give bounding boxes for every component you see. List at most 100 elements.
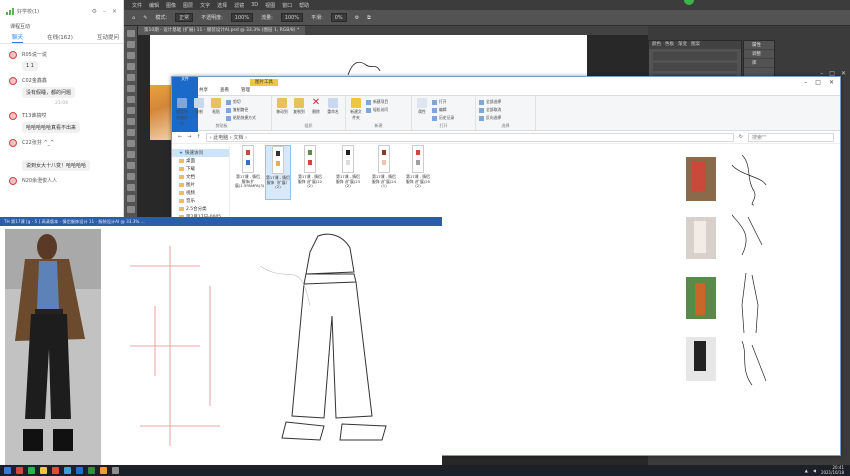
close-icon[interactable]: ✕ — [841, 70, 846, 77]
healing-tool-icon[interactable] — [127, 96, 135, 103]
marquee-tool-icon[interactable] — [127, 41, 135, 48]
tab-chat[interactable]: 聊天 — [12, 32, 24, 43]
path-select-tool-icon[interactable] — [127, 206, 135, 213]
start-icon[interactable] — [4, 467, 11, 474]
panel-item-adjustments[interactable]: 调整 — [744, 50, 774, 59]
history-button[interactable]: 历史记录 — [432, 115, 454, 121]
panel-item-libraries[interactable]: 库 — [744, 59, 774, 68]
browser-icon[interactable] — [52, 467, 59, 474]
file-item[interactable]: 第17课 - 情侣服饰 (扩展)24 (1) — [371, 145, 397, 200]
ribbon-tab-view[interactable]: 查看 — [214, 87, 235, 95]
eraser-tool-icon[interactable] — [127, 140, 135, 147]
nav-item-downloads[interactable]: 下载 — [172, 165, 229, 173]
move-tool-icon[interactable] — [127, 30, 135, 37]
nav-item-pictures[interactable]: 图片 — [172, 181, 229, 189]
menu-select[interactable]: 选择 — [217, 2, 227, 9]
app-icon[interactable] — [16, 467, 23, 474]
maximize-icon[interactable]: □ — [815, 79, 821, 86]
tab-questions[interactable]: 互动提问 — [97, 32, 119, 43]
panel-row[interactable] — [653, 52, 737, 60]
photoshop-icon[interactable] — [76, 467, 83, 474]
type-tool-icon[interactable] — [127, 195, 135, 202]
select-all-button[interactable]: 全部选择 — [479, 99, 501, 105]
ribbon-tab-manage[interactable]: 管理 — [235, 87, 256, 95]
address-bar[interactable]: › 此电脑 › 文档 › — [205, 132, 734, 142]
mode-select[interactable]: 正常 — [175, 13, 194, 22]
forward-arrow-icon[interactable]: → — [187, 134, 191, 140]
tab-online[interactable]: 在线(162) — [47, 32, 73, 43]
clock[interactable]: 20:41 2021/10/18 — [821, 465, 844, 475]
eyedropper-tool-icon[interactable] — [127, 85, 135, 92]
paste-shortcut-button[interactable]: 粘贴快捷方式 — [226, 115, 256, 121]
up-arrow-icon[interactable]: ↑ — [196, 134, 200, 140]
pen-tool-icon[interactable] — [127, 184, 135, 191]
panel-row[interactable] — [653, 63, 737, 71]
lasso-tool-icon[interactable] — [127, 52, 135, 59]
open-button[interactable]: 打开 — [432, 99, 454, 105]
app-icon[interactable] — [112, 467, 119, 474]
nav-item-folder[interactable]: 2.5合分类 — [172, 205, 229, 213]
menu-window[interactable]: 窗口 — [282, 2, 292, 9]
file-item[interactable]: 第17课 - 情侣服饰 (扩展)22 (2) — [297, 145, 323, 200]
refresh-icon[interactable]: ↻ — [739, 134, 743, 140]
nav-item-quick-access[interactable]: ★ 快速访问 — [172, 149, 229, 157]
flow-field[interactable]: 100% — [280, 13, 304, 22]
file-item[interactable]: 第17课 - 情侣服饰(扩展)1.5PAMPA(3) — [235, 145, 264, 200]
nav-item-documents[interactable]: 文档 — [172, 173, 229, 181]
blur-tool-icon[interactable] — [127, 162, 135, 169]
invert-selection-button[interactable]: 反向选择 — [479, 115, 501, 121]
app-icon[interactable] — [64, 467, 71, 474]
search-input[interactable]: 搜索"" — [748, 132, 834, 142]
file-explorer-icon[interactable] — [40, 467, 47, 474]
menu-image[interactable]: 图像 — [166, 2, 176, 9]
panel-tab-color[interactable]: 颜色 — [652, 41, 661, 49]
gradient-tool-icon[interactable] — [127, 151, 135, 158]
volume-icon[interactable]: ◀ — [813, 468, 816, 473]
panel-tab-gradients[interactable]: 渐变 — [678, 41, 687, 49]
dodge-tool-icon[interactable] — [127, 173, 135, 180]
edit-button[interactable]: 编辑 — [432, 107, 454, 113]
menu-help[interactable]: 帮助 — [299, 2, 309, 9]
menu-type[interactable]: 文字 — [200, 2, 210, 9]
copy-path-button[interactable]: 复制路径 — [226, 107, 256, 113]
file-item[interactable]: 第17课 - 情侣服饰（扩展）(2) — [265, 145, 291, 200]
select-none-button[interactable]: 全部取消 — [479, 107, 501, 113]
panel-tab-patterns[interactable]: 图案 — [691, 41, 700, 49]
back-arrow-icon[interactable]: ← — [178, 134, 182, 140]
menu-filter[interactable]: 滤镜 — [234, 2, 244, 9]
symmetry-icon[interactable]: ⧉ — [367, 15, 371, 21]
panel-tab-swatches[interactable]: 色板 — [665, 41, 674, 49]
close-icon[interactable]: ✕ — [829, 79, 834, 86]
crop-tool-icon[interactable] — [127, 74, 135, 81]
network-icon[interactable]: ▲ — [805, 468, 808, 473]
menu-edit[interactable]: 编辑 — [149, 2, 159, 9]
panel-item-properties[interactable]: 属性 — [744, 41, 774, 50]
file-item[interactable]: 第17课 - 情侣服饰 (扩展)23 (2) — [335, 145, 361, 200]
wechat-icon[interactable] — [28, 467, 35, 474]
easy-access-button[interactable]: 轻松访问 — [366, 107, 388, 113]
drawing-canvas[interactable] — [110, 226, 442, 466]
brush-tool-icon[interactable] — [127, 107, 135, 114]
minimize-icon[interactable]: – — [804, 79, 807, 86]
stamp-tool-icon[interactable] — [127, 118, 135, 125]
smooth-field[interactable]: 0% — [330, 13, 347, 22]
menu-layer[interactable]: 图层 — [183, 2, 193, 9]
nav-item-videos[interactable]: 视频 — [172, 189, 229, 197]
home-icon[interactable]: ⌂ — [132, 15, 135, 21]
opacity-field[interactable]: 100% — [230, 13, 254, 22]
menu-view[interactable]: 视图 — [265, 2, 275, 9]
brush-tool-icon[interactable]: ✎ — [143, 15, 147, 21]
close-icon[interactable]: ✕ — [112, 8, 117, 15]
gear-icon[interactable]: ⚙ — [355, 15, 359, 21]
minimize-icon[interactable]: – — [103, 8, 106, 15]
history-brush-tool-icon[interactable] — [127, 129, 135, 136]
app-icon[interactable] — [100, 467, 107, 474]
nav-item-music[interactable]: 音乐 — [172, 197, 229, 205]
app-icon[interactable] — [88, 467, 95, 474]
menu-3d[interactable]: 3D — [251, 2, 258, 8]
nav-item-desktop[interactable]: 桌面 — [172, 157, 229, 165]
cut-button[interactable]: 剪切 — [226, 99, 256, 105]
document-tab[interactable]: 第10期 - 设计基础 (扩展) 11 - 服装设计AI.psd @ 33.3%… — [138, 26, 306, 35]
new-item-button[interactable]: 新建项目 — [366, 99, 388, 105]
menu-file[interactable]: 文件 — [132, 2, 142, 9]
